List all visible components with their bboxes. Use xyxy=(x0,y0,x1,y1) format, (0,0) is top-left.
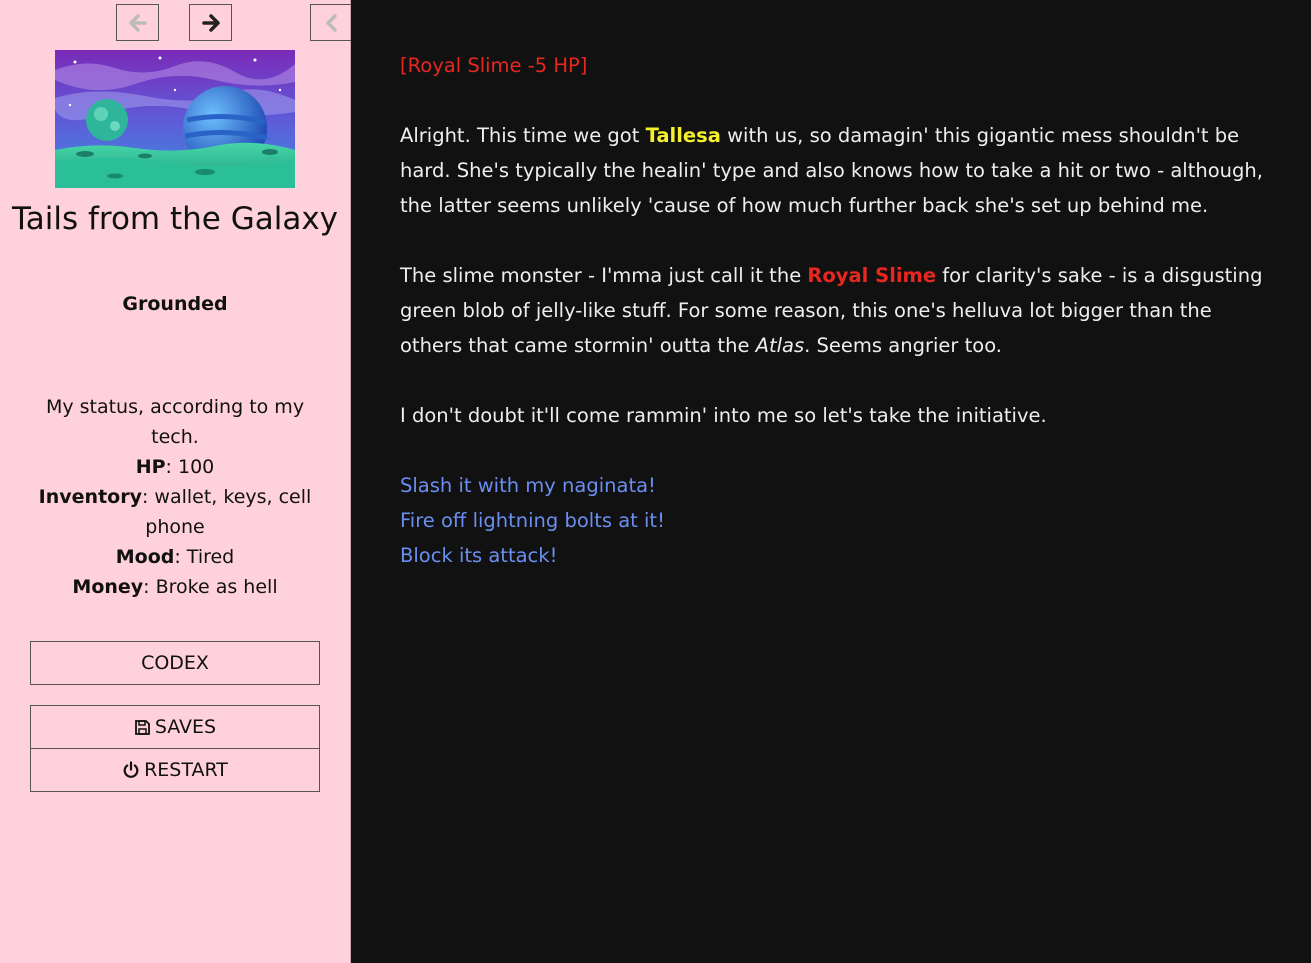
arrow-left-icon xyxy=(128,13,147,32)
arrow-right-icon xyxy=(201,13,220,32)
power-icon xyxy=(123,761,139,778)
paragraph-text: . Seems angrier too. xyxy=(804,334,1002,357)
floppy-disk-icon xyxy=(134,719,150,735)
stat-hp: HP: 100 xyxy=(25,452,325,482)
damage-notice: [Royal Slime -5 HP] xyxy=(400,54,588,77)
history-forward-button[interactable] xyxy=(189,4,232,41)
stat-value: : Broke as hell xyxy=(143,576,278,598)
choice-list: Slash it with my naginata! Fire off ligh… xyxy=(400,468,1270,573)
passage-paragraph-1: Alright. This time we got Tallesa with u… xyxy=(400,118,1270,223)
status-intro: My status, according to my tech. xyxy=(45,396,305,448)
stat-label: Money xyxy=(72,576,144,598)
stat-label: Mood xyxy=(115,546,175,568)
paragraph-text: The slime monster - I'mma just call it t… xyxy=(400,264,808,287)
stat-value: : Tired xyxy=(174,546,235,568)
passage-paragraph-3: I don't doubt it'll come rammin' into me… xyxy=(400,404,1047,427)
stat-value: : wallet, keys, cell phone xyxy=(141,486,312,538)
chevron-left-icon xyxy=(326,13,337,32)
codex-button-label: CODEX xyxy=(141,652,209,674)
story-subtitle: Grounded xyxy=(122,293,228,315)
passage-paragraph-2: The slime monster - I'mma just call it t… xyxy=(400,258,1270,363)
ally-name: Tallesa xyxy=(645,124,721,147)
codex-button[interactable]: CODEX xyxy=(30,641,320,685)
history-back-button[interactable] xyxy=(116,4,159,41)
stat-money: Money: Broke as hell xyxy=(25,572,325,602)
status-panel: My status, according to my tech. HP: 100… xyxy=(25,392,325,602)
restart-button[interactable]: RESTART xyxy=(30,748,320,792)
saves-button-label: SAVES xyxy=(154,716,217,738)
sidebar: Tails from the Galaxy Grounded My status… xyxy=(0,0,351,963)
stat-mood: Mood: Tired xyxy=(25,542,325,572)
restart-button-label: RESTART xyxy=(144,759,228,781)
story-banner-image xyxy=(55,50,295,188)
ship-name: Atlas xyxy=(755,334,805,357)
stat-label: Inventory xyxy=(38,486,142,508)
paragraph-text: Alright. This time we got xyxy=(400,124,646,147)
stat-inventory: Inventory: wallet, keys, cell phone xyxy=(25,482,325,542)
choice-link-block[interactable]: Block its attack! xyxy=(400,538,1270,573)
story-title: Tails from the Galaxy xyxy=(11,201,339,237)
choice-link-lightning[interactable]: Fire off lightning bolts at it! xyxy=(400,503,1270,538)
choice-link-slash[interactable]: Slash it with my naginata! xyxy=(400,468,1270,503)
saves-button[interactable]: SAVES xyxy=(30,705,320,749)
story-passage: [Royal Slime -5 HP] Alright. This time w… xyxy=(400,48,1270,573)
stat-label: HP xyxy=(135,456,166,478)
sidebar-toggle-button[interactable] xyxy=(310,4,351,41)
enemy-name: Royal Slime xyxy=(807,264,937,287)
stat-value: : 100 xyxy=(165,456,215,478)
